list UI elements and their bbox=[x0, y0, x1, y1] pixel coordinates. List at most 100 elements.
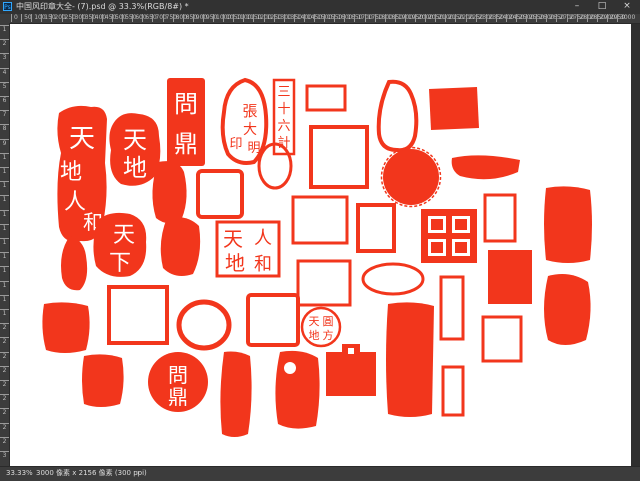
ruler-tick-label: 3000 bbox=[617, 14, 635, 22]
seal-grid-four bbox=[420, 208, 478, 264]
seal-outline-square-f bbox=[245, 292, 301, 348]
seal-outline-rect-small bbox=[305, 84, 347, 112]
svg-text:天: 天 bbox=[309, 315, 320, 328]
seal-tianxia: 天 下 bbox=[90, 210, 150, 280]
ruler-tick-label: 6 bbox=[0, 96, 9, 104]
ruler-tick-label: 1 bbox=[0, 181, 9, 189]
document-title: 中国风印章大全- (7).psd @ 33.3%(RGB/8#) * bbox=[16, 2, 189, 11]
seal-wending-tall: 問 鼎 bbox=[165, 76, 207, 168]
seal-solid-blotch-c bbox=[157, 214, 203, 280]
ruler-tick-label: 2 bbox=[0, 365, 9, 374]
seal-solid-square-top bbox=[427, 86, 481, 132]
vertical-scrollbar[interactable] bbox=[631, 24, 640, 466]
seal-outline-rect-mid bbox=[308, 124, 370, 190]
ruler-tick-label: 2 bbox=[0, 337, 9, 345]
seal-wending-round: 問 鼎 bbox=[146, 350, 210, 414]
ruler-tick-label: 1 bbox=[0, 209, 9, 218]
seal-outline-circle bbox=[175, 298, 233, 352]
seal-solid-blotch-f bbox=[272, 348, 322, 432]
ruler-tick-label: 1 bbox=[0, 25, 9, 33]
ruler-tick-label: 2 bbox=[0, 39, 9, 47]
seal-tiandi-renhe-square: 天 人 地 和 bbox=[215, 220, 281, 278]
svg-text:地: 地 bbox=[123, 154, 147, 182]
svg-text:天: 天 bbox=[123, 126, 147, 154]
ruler-tick-label: 1 bbox=[0, 266, 9, 274]
seal-outline-rect-right bbox=[482, 192, 518, 244]
ruler-tick-label: 1 bbox=[0, 280, 9, 289]
ruler-tick-label: 1 bbox=[0, 152, 9, 161]
ruler-tick-label: 3 bbox=[0, 451, 9, 459]
title-bar: Ps 中国风印章大全- (7).psd @ 33.3%(RGB/8#) * – … bbox=[0, 0, 640, 14]
maximize-button[interactable]: □ bbox=[591, 0, 613, 14]
seal-brush-vertical bbox=[218, 350, 254, 440]
svg-text:十: 十 bbox=[277, 102, 290, 117]
zoom-level[interactable]: 33.33% bbox=[6, 467, 33, 480]
svg-text:方: 方 bbox=[323, 328, 334, 342]
ruler-tick-label: 1 bbox=[0, 223, 9, 232]
seal-solid-tab bbox=[324, 342, 378, 398]
status-menu-arrow[interactable]: › bbox=[137, 467, 140, 480]
ruler-tick-label: 2 bbox=[0, 436, 9, 445]
seal-outline-square-b bbox=[290, 194, 350, 246]
seal-outline-square-d bbox=[295, 258, 353, 308]
seal-solid-blotch-e bbox=[80, 352, 126, 410]
document-size: 3000 像素 x 2156 像素 (300 ppi) bbox=[36, 469, 147, 477]
seal-solid-blotch-right bbox=[540, 270, 594, 350]
status-bar: 33.33% 3000 像素 x 2156 像素 (300 ppi) › bbox=[0, 466, 640, 481]
svg-text:問: 問 bbox=[168, 363, 188, 387]
svg-text:天: 天 bbox=[223, 227, 243, 251]
minimize-button[interactable]: – bbox=[566, 0, 588, 14]
seal-outline-square-c bbox=[355, 202, 397, 254]
ruler-tick-label: 1 bbox=[0, 167, 9, 175]
ruler-tick-label: 0 bbox=[11, 14, 18, 22]
ruler-tick-label: 3 bbox=[0, 53, 9, 61]
photoshop-app-icon: Ps bbox=[3, 2, 12, 11]
seal-solid-square-right bbox=[486, 248, 534, 306]
ruler-tick-label: 1 bbox=[0, 195, 9, 203]
seal-outline-rect-lower bbox=[480, 314, 524, 364]
svg-text:三: 三 bbox=[277, 85, 290, 100]
ruler-tick-label: 2 bbox=[0, 380, 9, 388]
seal-brush-stroke bbox=[450, 150, 522, 186]
close-button[interactable]: × bbox=[616, 0, 638, 14]
ruler-tick-label: 2 bbox=[0, 422, 9, 431]
seal-solid-blotch-b bbox=[58, 234, 90, 294]
svg-text:大: 大 bbox=[243, 122, 257, 138]
seal-solid-tall-right bbox=[540, 184, 596, 266]
ruler-tick-label: 5 bbox=[0, 81, 9, 90]
ruler-tick-label: 4 bbox=[0, 67, 9, 76]
seal-outline-oval bbox=[255, 140, 295, 192]
seal-outline-square-a bbox=[195, 168, 245, 220]
seal-solid-blotch-d bbox=[40, 300, 92, 356]
vertical-ruler[interactable]: 1 2 3 4 5 6 7 8 9 1 1 1 1 1 1 1 1 1 1 1 1 2 2 2 2 2 2 2 2 2 3 bbox=[0, 23, 10, 466]
ruler-tick-label: 2 bbox=[0, 408, 9, 416]
svg-text:六: 六 bbox=[277, 119, 290, 134]
svg-text:圓: 圓 bbox=[323, 315, 334, 328]
seal-solid-round bbox=[380, 146, 442, 208]
ruler-tick-label: 2 bbox=[0, 394, 9, 402]
seal-outline-tall-bottom bbox=[440, 364, 466, 418]
svg-text:天: 天 bbox=[113, 223, 135, 248]
ruler-tick-label: 7 bbox=[0, 110, 9, 118]
document-canvas[interactable]: 天 地 人 和 天 地 天 下 問 鼎 張 大 明 印 三 十 六 計 天 人 … bbox=[10, 24, 631, 466]
seal-solid-large-center bbox=[382, 300, 438, 420]
ruler-tick-label: 1 bbox=[0, 309, 9, 317]
horizontal-ruler[interactable]: 0 50 100 150 200 250 300 350 400 450 500 550 600 650 7… bbox=[9, 14, 640, 24]
seal-outline-ellipse bbox=[360, 260, 426, 298]
svg-text:下: 下 bbox=[109, 251, 131, 276]
svg-text:地: 地 bbox=[225, 251, 245, 275]
svg-text:鼎: 鼎 bbox=[168, 385, 188, 409]
ruler-tick-label: 1 bbox=[0, 252, 9, 260]
svg-text:地: 地 bbox=[309, 329, 320, 342]
ruler-tick-label: 2 bbox=[0, 351, 9, 360]
ruler-tick-label: 8 bbox=[0, 124, 9, 132]
svg-text:張: 張 bbox=[242, 102, 257, 120]
svg-text:地: 地 bbox=[60, 160, 82, 185]
ruler-origin[interactable] bbox=[0, 14, 9, 23]
ruler-tick-label: 9 bbox=[0, 138, 9, 147]
ruler-tick-label: 1 bbox=[0, 294, 9, 303]
svg-text:問: 問 bbox=[174, 90, 198, 118]
svg-text:印: 印 bbox=[229, 137, 242, 152]
seal-outline-irregular bbox=[375, 78, 419, 154]
seal-outline-tall-thin bbox=[438, 274, 466, 342]
